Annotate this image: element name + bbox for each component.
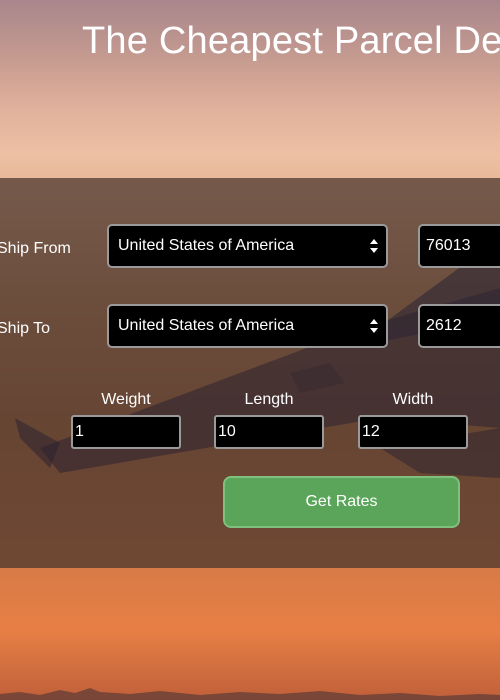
select-arrows-icon bbox=[370, 319, 378, 333]
ship-from-country-value: United States of America bbox=[118, 237, 295, 254]
city-skyline-image bbox=[0, 688, 500, 700]
ship-to-postcode-input[interactable]: 2612 bbox=[418, 304, 500, 348]
ship-from-label: Ship From bbox=[0, 240, 71, 257]
shipping-form-panel: Ship From United States of America 76013… bbox=[0, 178, 500, 568]
ship-from-postcode-input[interactable]: 76013 bbox=[418, 224, 500, 268]
width-label: Width bbox=[392, 391, 434, 408]
select-arrows-icon bbox=[370, 239, 378, 253]
get-rates-button[interactable]: Get Rates bbox=[223, 476, 460, 528]
length-input[interactable]: 10 bbox=[214, 415, 324, 449]
width-input[interactable]: 12 bbox=[358, 415, 468, 449]
ship-to-country-select[interactable]: United States of America bbox=[107, 304, 388, 348]
page-title: The Cheapest Parcel De bbox=[82, 20, 500, 62]
weight-value: 1 bbox=[75, 423, 84, 440]
ship-to-postcode-value: 2612 bbox=[426, 317, 462, 334]
ship-from-postcode-value: 76013 bbox=[426, 237, 471, 254]
length-value: 10 bbox=[218, 423, 236, 440]
weight-label: Weight bbox=[101, 391, 151, 408]
length-label: Length bbox=[244, 391, 294, 408]
ship-to-country-value: United States of America bbox=[118, 317, 295, 334]
width-value: 12 bbox=[362, 423, 380, 440]
ship-to-label: Ship To bbox=[0, 320, 51, 337]
ship-from-country-select[interactable]: United States of America bbox=[107, 224, 388, 268]
weight-input[interactable]: 1 bbox=[71, 415, 181, 449]
